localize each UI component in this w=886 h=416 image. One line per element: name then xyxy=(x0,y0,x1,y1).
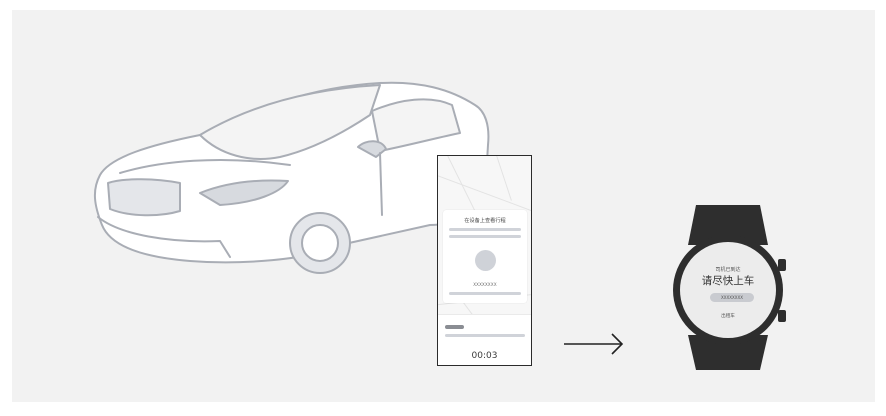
card-title: 在设备上查看行程 xyxy=(464,218,506,224)
watch-plate: XXXXXXXX xyxy=(710,293,754,302)
watch-status: 司机已到达 xyxy=(715,267,741,273)
trip-card[interactable]: 在设备上查看行程 XXXXXXXX xyxy=(443,210,527,303)
info-bar xyxy=(445,334,525,337)
sheet-handle xyxy=(445,325,464,329)
plate-number: XXXXXXXX xyxy=(473,282,497,287)
watch-body xyxy=(673,205,786,370)
watch-message: 请尽快上车 xyxy=(701,275,755,287)
phone-screen: 在设备上查看行程 XXXXXXXX 00:03 xyxy=(437,155,532,366)
trip-timer: 00:03 xyxy=(471,351,498,361)
info-bar xyxy=(449,228,521,231)
right-arrow-icon xyxy=(564,333,624,355)
bottom-sheet: 00:03 xyxy=(438,314,531,365)
info-bar xyxy=(449,292,521,295)
driver-avatar xyxy=(475,250,496,271)
watch-vehicle: 出租车 xyxy=(721,314,735,319)
info-bar xyxy=(449,235,521,238)
smartwatch: 司机已到达 请尽快上车 XXXXXXXX 出租车 xyxy=(668,205,788,375)
